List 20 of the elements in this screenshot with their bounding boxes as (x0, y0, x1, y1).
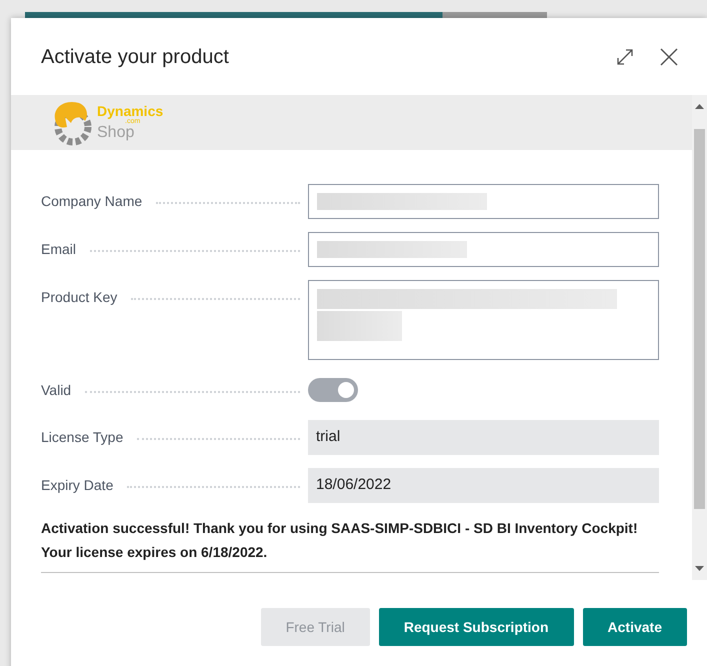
expand-icon[interactable] (615, 46, 635, 66)
field-label: Product Key (41, 288, 118, 307)
field-label: Email (41, 240, 76, 258)
logo-text: Shop (97, 125, 136, 141)
logo-text: Dynamics (97, 104, 164, 118)
input-field[interactable] (308, 232, 659, 267)
dialog-title: Activate your product (41, 44, 229, 68)
field-label: Company Name (41, 192, 142, 211)
field-label: Expiry Date (41, 476, 114, 495)
input-field[interactable] (308, 184, 659, 219)
action-button[interactable]: Activate (582, 608, 687, 646)
close-icon[interactable] (659, 46, 679, 66)
field-label: License Type (41, 428, 124, 447)
scrollbar-thumb[interactable] (694, 129, 705, 509)
read-only-field: 18/06/2022 (308, 468, 659, 503)
read-only-field: trial (308, 420, 659, 455)
text-area[interactable] (308, 280, 659, 360)
status-message: Activation successful! Thank you for using SAAS-SIMP-SDBICI - SD BI Inventory Cockpit! Your license expires on 6/18/2022. (41, 519, 639, 562)
action-button[interactable]: Request Subscription (378, 608, 574, 646)
field-label: Valid (41, 380, 72, 400)
